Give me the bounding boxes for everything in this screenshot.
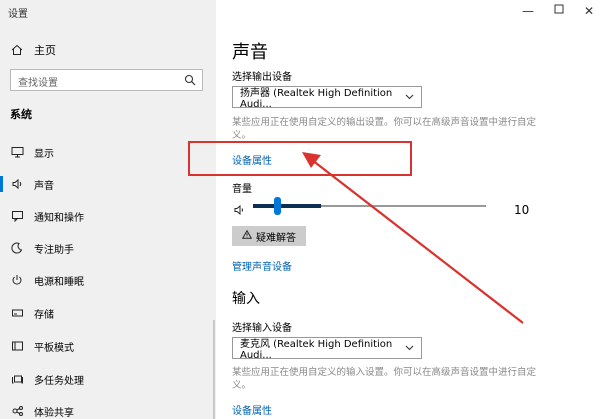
annotation-arrow [302, 152, 524, 324]
